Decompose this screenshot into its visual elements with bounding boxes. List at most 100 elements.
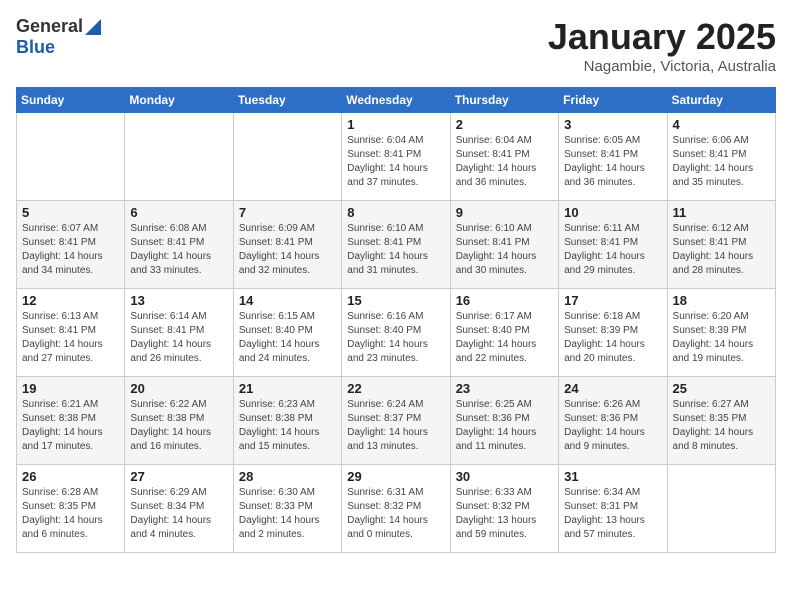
cell-info: Sunrise: 6:04 AMSunset: 8:41 PMDaylight:… — [456, 134, 553, 190]
cell-date-number: 20 — [130, 381, 227, 396]
calendar-cell: 12Sunrise: 6:13 AMSunset: 8:41 PMDayligh… — [17, 289, 125, 377]
cell-date-number: 5 — [22, 205, 119, 220]
calendar-cell: 16Sunrise: 6:17 AMSunset: 8:40 PMDayligh… — [450, 289, 558, 377]
calendar-cell: 6 Sunrise: 6:08 AMSunset: 8:41 PMDaylight… — [125, 201, 233, 289]
cell-date-number: 9 — [456, 205, 553, 220]
calendar-cell: 25 Sunrise: 6:27 AMSunset: 8:35 PMDayligh… — [667, 377, 775, 465]
cell-date-number: 16 — [456, 293, 553, 308]
calendar-cell — [17, 113, 125, 201]
cell-date-number: 12 — [22, 293, 119, 308]
calendar-cell: 26 Sunrise: 6:28 AMSunset: 8:35 PMDayligh… — [17, 465, 125, 553]
calendar-cell: 14Sunrise: 6:15 AMSunset: 8:40 PMDayligh… — [233, 289, 341, 377]
cell-info: Sunrise: 6:04 AMSunset: 8:41 PMDaylight:… — [347, 134, 444, 190]
location-subtitle: Nagambie, Victoria, Australia — [548, 58, 776, 75]
day-header-tuesday: Tuesday — [233, 88, 341, 113]
calendar-cell: 24 Sunrise: 6:26 AMSunset: 8:36 PMDayligh… — [559, 377, 667, 465]
calendar-cell: 19 Sunrise: 6:21 AMSunset: 8:38 PMDayligh… — [17, 377, 125, 465]
cell-date-number: 24 — [564, 381, 661, 396]
calendar-cell: 27Sunrise: 6:29 AMSunset: 8:34 PMDayligh… — [125, 465, 233, 553]
calendar-cell: 4 Sunrise: 6:06 AMSunset: 8:41 PMDaylight… — [667, 113, 775, 201]
cell-info: Sunrise: 6:21 AMSunset: 8:38 PMDaylight:… — [22, 398, 119, 454]
cell-info: Sunrise: 6:11 AMSunset: 8:41 PMDaylight:… — [564, 222, 661, 278]
calendar-cell: 31 Sunrise: 6:34 AMSunset: 8:31 PMDayligh… — [559, 465, 667, 553]
calendar-cell: 10 Sunrise: 6:11 AMSunset: 8:41 PMDayligh… — [559, 201, 667, 289]
logo-triangle-icon — [85, 19, 101, 35]
cell-info: Sunrise: 6:25 AMSunset: 8:36 PMDaylight:… — [456, 398, 553, 454]
calendar-cell: 13 Sunrise: 6:14 AMSunset: 8:41 PMDayligh… — [125, 289, 233, 377]
cell-info: Sunrise: 6:28 AMSunset: 8:35 PMDaylight:… — [22, 486, 119, 542]
day-header-saturday: Saturday — [667, 88, 775, 113]
cell-date-number: 30 — [456, 469, 553, 484]
cell-info: Sunrise: 6:09 AMSunset: 8:41 PMDaylight:… — [239, 222, 336, 278]
cell-info: Sunrise: 6:10 AMSunset: 8:41 PMDaylight:… — [456, 222, 553, 278]
cell-date-number: 18 — [673, 293, 770, 308]
cell-date-number: 15 — [347, 293, 444, 308]
calendar-week-row: 1 Sunrise: 6:04 AMSunset: 8:41 PMDaylight… — [17, 113, 776, 201]
cell-info: Sunrise: 6:14 AMSunset: 8:41 PMDaylight:… — [130, 310, 227, 366]
cell-date-number: 28 — [239, 469, 336, 484]
cell-date-number: 23 — [456, 381, 553, 396]
cell-info: Sunrise: 6:27 AMSunset: 8:35 PMDaylight:… — [673, 398, 770, 454]
calendar-cell: 11Sunrise: 6:12 AMSunset: 8:41 PMDayligh… — [667, 201, 775, 289]
cell-info: Sunrise: 6:15 AMSunset: 8:40 PMDaylight:… — [239, 310, 336, 366]
day-header-friday: Friday — [559, 88, 667, 113]
cell-info: Sunrise: 6:34 AMSunset: 8:31 PMDaylight:… — [564, 486, 661, 542]
day-header-sunday: Sunday — [17, 88, 125, 113]
cell-info: Sunrise: 6:23 AMSunset: 8:38 PMDaylight:… — [239, 398, 336, 454]
cell-date-number: 4 — [673, 117, 770, 132]
calendar-cell: 3 Sunrise: 6:05 AMSunset: 8:41 PMDaylight… — [559, 113, 667, 201]
calendar-cell: 9 Sunrise: 6:10 AMSunset: 8:41 PMDaylight… — [450, 201, 558, 289]
month-title: January 2025 — [548, 16, 776, 58]
calendar-cell: 29Sunrise: 6:31 AMSunset: 8:32 PMDayligh… — [342, 465, 450, 553]
calendar-cell: 5Sunrise: 6:07 AMSunset: 8:41 PMDaylight… — [17, 201, 125, 289]
cell-info: Sunrise: 6:08 AMSunset: 8:41 PMDaylight:… — [130, 222, 227, 278]
calendar-cell: 21 Sunrise: 6:23 AMSunset: 8:38 PMDayligh… — [233, 377, 341, 465]
calendar-week-row: 19 Sunrise: 6:21 AMSunset: 8:38 PMDayligh… — [17, 377, 776, 465]
day-header-wednesday: Wednesday — [342, 88, 450, 113]
cell-date-number: 19 — [22, 381, 119, 396]
calendar-cell: 8Sunrise: 6:10 AMSunset: 8:41 PMDaylight… — [342, 201, 450, 289]
cell-date-number: 13 — [130, 293, 227, 308]
logo-blue: Blue — [16, 37, 55, 57]
cell-date-number: 8 — [347, 205, 444, 220]
cell-info: Sunrise: 6:30 AMSunset: 8:33 PMDaylight:… — [239, 486, 336, 542]
cell-info: Sunrise: 6:06 AMSunset: 8:41 PMDaylight:… — [673, 134, 770, 190]
calendar-cell — [233, 113, 341, 201]
calendar-table: SundayMondayTuesdayWednesdayThursdayFrid… — [16, 87, 776, 553]
page-header: General Blue January 2025 Nagambie, Vict… — [16, 16, 776, 75]
cell-date-number: 27 — [130, 469, 227, 484]
cell-date-number: 2 — [456, 117, 553, 132]
calendar-cell: 1 Sunrise: 6:04 AMSunset: 8:41 PMDaylight… — [342, 113, 450, 201]
calendar-cell — [667, 465, 775, 553]
calendar-week-row: 12Sunrise: 6:13 AMSunset: 8:41 PMDayligh… — [17, 289, 776, 377]
calendar-cell: 28 Sunrise: 6:30 AMSunset: 8:33 PMDayligh… — [233, 465, 341, 553]
cell-info: Sunrise: 6:24 AMSunset: 8:37 PMDaylight:… — [347, 398, 444, 454]
day-header-thursday: Thursday — [450, 88, 558, 113]
cell-info: Sunrise: 6:05 AMSunset: 8:41 PMDaylight:… — [564, 134, 661, 190]
day-header-monday: Monday — [125, 88, 233, 113]
cell-info: Sunrise: 6:22 AMSunset: 8:38 PMDaylight:… — [130, 398, 227, 454]
cell-date-number: 25 — [673, 381, 770, 396]
calendar-cell: 23 Sunrise: 6:25 AMSunset: 8:36 PMDayligh… — [450, 377, 558, 465]
calendar-cell: 2 Sunrise: 6:04 AMSunset: 8:41 PMDaylight… — [450, 113, 558, 201]
cell-date-number: 3 — [564, 117, 661, 132]
cell-date-number: 10 — [564, 205, 661, 220]
calendar-week-row: 26 Sunrise: 6:28 AMSunset: 8:35 PMDayligh… — [17, 465, 776, 553]
cell-date-number: 21 — [239, 381, 336, 396]
cell-date-number: 1 — [347, 117, 444, 132]
cell-info: Sunrise: 6:12 AMSunset: 8:41 PMDaylight:… — [673, 222, 770, 278]
cell-info: Sunrise: 6:31 AMSunset: 8:32 PMDaylight:… — [347, 486, 444, 542]
calendar-cell: 20 Sunrise: 6:22 AMSunset: 8:38 PMDayligh… — [125, 377, 233, 465]
calendar-cell — [125, 113, 233, 201]
cell-date-number: 26 — [22, 469, 119, 484]
cell-info: Sunrise: 6:26 AMSunset: 8:36 PMDaylight:… — [564, 398, 661, 454]
calendar-cell: 15 Sunrise: 6:16 AMSunset: 8:40 PMDayligh… — [342, 289, 450, 377]
cell-date-number: 6 — [130, 205, 227, 220]
calendar-cell: 7Sunrise: 6:09 AMSunset: 8:41 PMDaylight… — [233, 201, 341, 289]
cell-info: Sunrise: 6:20 AMSunset: 8:39 PMDaylight:… — [673, 310, 770, 366]
cell-date-number: 31 — [564, 469, 661, 484]
calendar-cell: 17Sunrise: 6:18 AMSunset: 8:39 PMDayligh… — [559, 289, 667, 377]
cell-date-number: 22 — [347, 381, 444, 396]
calendar-header-row: SundayMondayTuesdayWednesdayThursdayFrid… — [17, 88, 776, 113]
cell-info: Sunrise: 6:16 AMSunset: 8:40 PMDaylight:… — [347, 310, 444, 366]
